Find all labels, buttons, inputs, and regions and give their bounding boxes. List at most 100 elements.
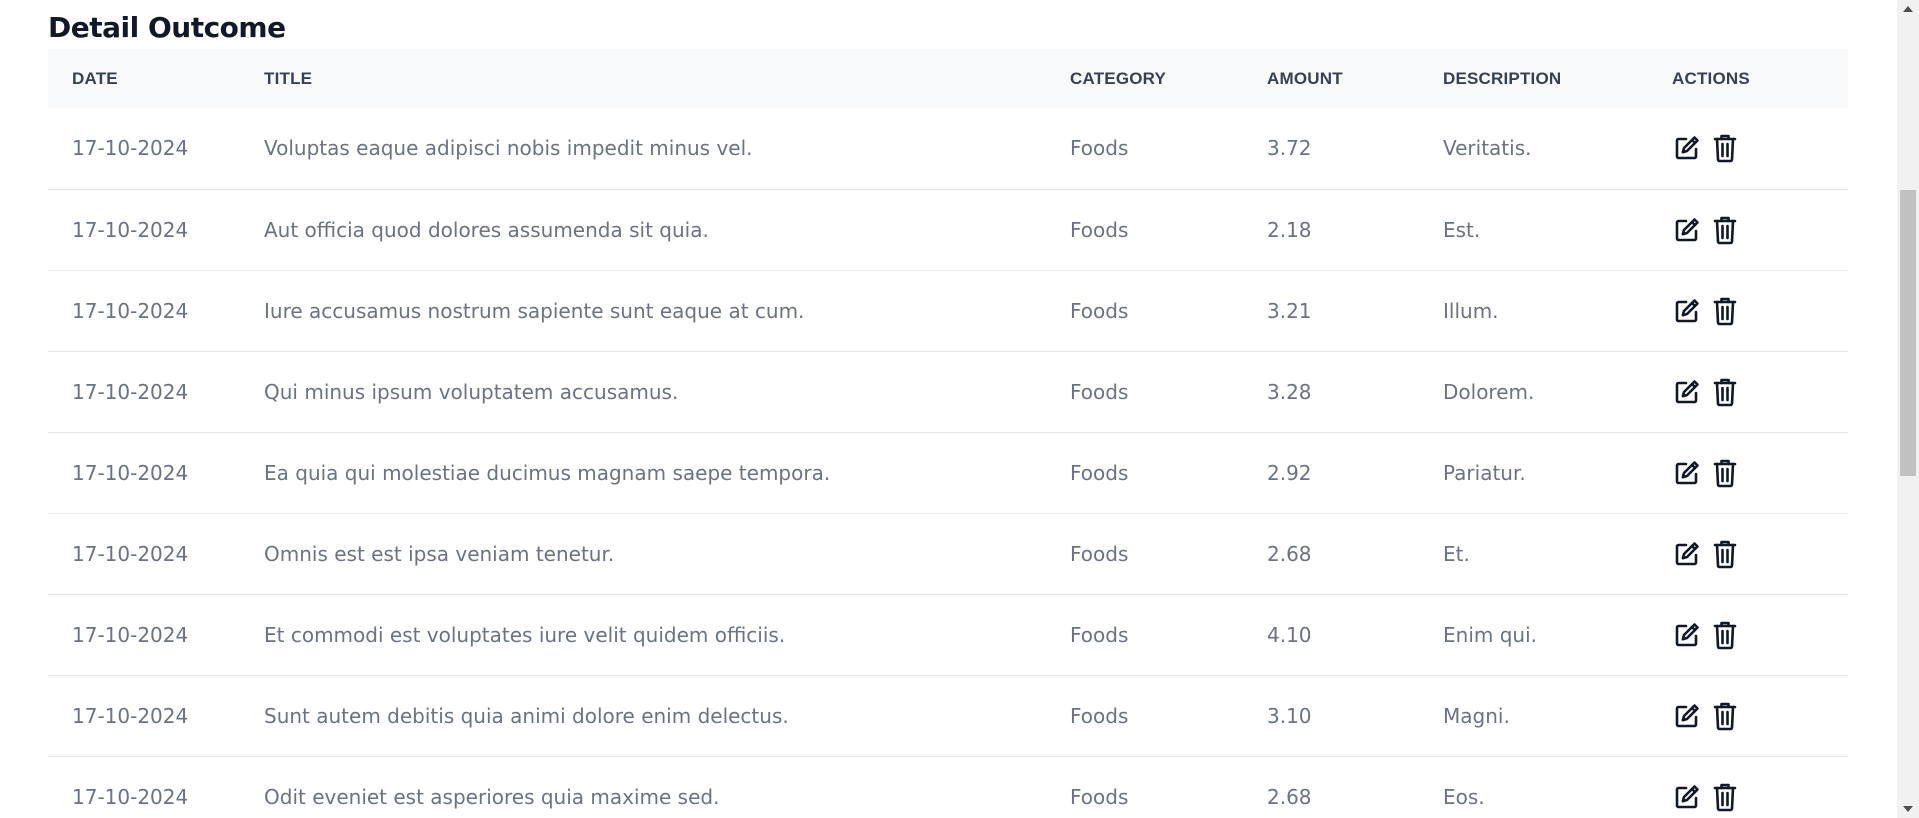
cell-title: Voluptas eaque adipisci nobis impedit mi… xyxy=(264,136,753,161)
cell-actions xyxy=(1672,594,1848,675)
table-row: 17-10-2024 Odit eveniet est asperiores q… xyxy=(48,756,1848,818)
column-header-category: CATEGORY xyxy=(1070,68,1167,88)
cell-amount: 3.28 xyxy=(1267,379,1312,404)
cell-amount: 2.68 xyxy=(1267,541,1312,566)
trash-icon[interactable] xyxy=(1710,295,1740,327)
cell-category: Foods xyxy=(1070,541,1129,566)
scrollbar-thumb[interactable] xyxy=(1900,190,1916,476)
cell-title: Odit eveniet est asperiores quia maxime … xyxy=(264,784,720,809)
edit-icon[interactable] xyxy=(1672,376,1702,408)
table-row: 17-10-2024 Aut officia quod dolores assu… xyxy=(48,189,1848,270)
column-header-date: DATE xyxy=(72,68,118,88)
column-header-amount: AMOUNT xyxy=(1267,68,1343,88)
cell-amount: 3.72 xyxy=(1267,136,1312,161)
scroll-up-arrow-icon[interactable] xyxy=(1903,6,1913,12)
section-title: Detail Outcome xyxy=(48,11,286,44)
edit-icon[interactable] xyxy=(1672,295,1702,327)
trash-icon[interactable] xyxy=(1710,214,1740,246)
edit-icon[interactable] xyxy=(1672,538,1702,570)
cell-actions xyxy=(1672,756,1848,818)
cell-actions xyxy=(1672,675,1848,756)
column-header-actions: ACTIONS xyxy=(1672,68,1750,88)
cell-description: Est. xyxy=(1443,217,1481,242)
cell-actions xyxy=(1672,351,1848,432)
outcome-table-container: DATE TITLE CATEGORY AMOUNT DESCRIPTION A… xyxy=(48,49,1848,818)
table-body: 17-10-2024 Voluptas eaque adipisci nobis… xyxy=(48,108,1848,818)
cell-date: 17-10-2024 xyxy=(72,379,189,404)
trash-icon[interactable] xyxy=(1710,700,1740,732)
edit-icon[interactable] xyxy=(1672,457,1702,489)
cell-category: Foods xyxy=(1070,136,1129,161)
table-row: 17-10-2024 Iure accusamus nostrum sapien… xyxy=(48,270,1848,351)
trash-icon[interactable] xyxy=(1710,538,1740,570)
column-header-title: TITLE xyxy=(264,68,313,88)
table-header: DATE TITLE CATEGORY AMOUNT DESCRIPTION A… xyxy=(48,49,1848,108)
row-actions xyxy=(1672,295,1848,327)
cell-title: Qui minus ipsum voluptatem accusamus. xyxy=(264,379,679,404)
row-actions xyxy=(1672,457,1848,489)
table-row: 17-10-2024 Qui minus ipsum voluptatem ac… xyxy=(48,351,1848,432)
cell-title: Aut officia quod dolores assumenda sit q… xyxy=(264,217,709,242)
edit-icon[interactable] xyxy=(1672,700,1702,732)
cell-actions xyxy=(1672,189,1848,270)
table-header-row: DATE TITLE CATEGORY AMOUNT DESCRIPTION A… xyxy=(48,49,1848,108)
cell-category: Foods xyxy=(1070,784,1129,809)
cell-title: Et commodi est voluptates iure velit qui… xyxy=(264,622,786,647)
cell-date: 17-10-2024 xyxy=(72,298,189,323)
cell-description: Veritatis. xyxy=(1443,136,1532,161)
cell-title: Iure accusamus nostrum sapiente sunt eaq… xyxy=(264,298,805,323)
cell-description: Pariatur. xyxy=(1443,460,1526,485)
cell-amount: 3.10 xyxy=(1267,703,1312,728)
cell-category: Foods xyxy=(1070,379,1129,404)
cell-actions xyxy=(1672,108,1848,189)
table-row: 17-10-2024 Ea quia qui molestiae ducimus… xyxy=(48,432,1848,513)
cell-category: Foods xyxy=(1070,460,1129,485)
row-actions xyxy=(1672,781,1848,813)
row-actions xyxy=(1672,214,1848,246)
cell-date: 17-10-2024 xyxy=(72,784,189,809)
trash-icon[interactable] xyxy=(1710,376,1740,408)
table-row: 17-10-2024 Sunt autem debitis quia animi… xyxy=(48,675,1848,756)
cell-actions xyxy=(1672,270,1848,351)
row-actions xyxy=(1672,132,1848,164)
trash-icon[interactable] xyxy=(1710,781,1740,813)
table-row: 17-10-2024 Omnis est est ipsa veniam ten… xyxy=(48,513,1848,594)
trash-icon[interactable] xyxy=(1710,457,1740,489)
outcome-table: DATE TITLE CATEGORY AMOUNT DESCRIPTION A… xyxy=(48,49,1848,818)
table-row: 17-10-2024 Et commodi est voluptates iur… xyxy=(48,594,1848,675)
cell-description: Dolorem. xyxy=(1443,379,1535,404)
cell-title: Omnis est est ipsa veniam tenetur. xyxy=(264,541,615,566)
cell-description: Enim qui. xyxy=(1443,622,1537,647)
trash-icon[interactable] xyxy=(1710,132,1740,164)
table-row: 17-10-2024 Voluptas eaque adipisci nobis… xyxy=(48,108,1848,189)
column-header-description: DESCRIPTION xyxy=(1443,68,1562,88)
cell-actions xyxy=(1672,432,1848,513)
cell-date: 17-10-2024 xyxy=(72,217,189,242)
cell-date: 17-10-2024 xyxy=(72,622,189,647)
cell-date: 17-10-2024 xyxy=(72,703,189,728)
cell-date: 17-10-2024 xyxy=(72,136,189,161)
page: Detail Outcome DATE TITLE CATEGORY AMOUN… xyxy=(0,0,1919,818)
row-actions xyxy=(1672,700,1848,732)
scroll-down-arrow-icon[interactable] xyxy=(1903,806,1913,812)
cell-description: Illum. xyxy=(1443,298,1499,323)
cell-actions xyxy=(1672,513,1848,594)
cell-amount: 3.21 xyxy=(1267,298,1312,323)
cell-category: Foods xyxy=(1070,298,1129,323)
cell-title: Ea quia qui molestiae ducimus magnam sae… xyxy=(264,460,831,485)
cell-amount: 2.92 xyxy=(1267,460,1312,485)
edit-icon[interactable] xyxy=(1672,214,1702,246)
cell-category: Foods xyxy=(1070,622,1129,647)
vertical-scrollbar[interactable] xyxy=(1897,0,1919,818)
row-actions xyxy=(1672,538,1848,570)
cell-date: 17-10-2024 xyxy=(72,541,189,566)
cell-description: Et. xyxy=(1443,541,1470,566)
edit-icon[interactable] xyxy=(1672,781,1702,813)
row-actions xyxy=(1672,619,1848,651)
edit-icon[interactable] xyxy=(1672,619,1702,651)
trash-icon[interactable] xyxy=(1710,619,1740,651)
edit-icon[interactable] xyxy=(1672,132,1702,164)
cell-title: Sunt autem debitis quia animi dolore eni… xyxy=(264,703,789,728)
cell-amount: 4.10 xyxy=(1267,622,1312,647)
cell-amount: 2.68 xyxy=(1267,784,1312,809)
